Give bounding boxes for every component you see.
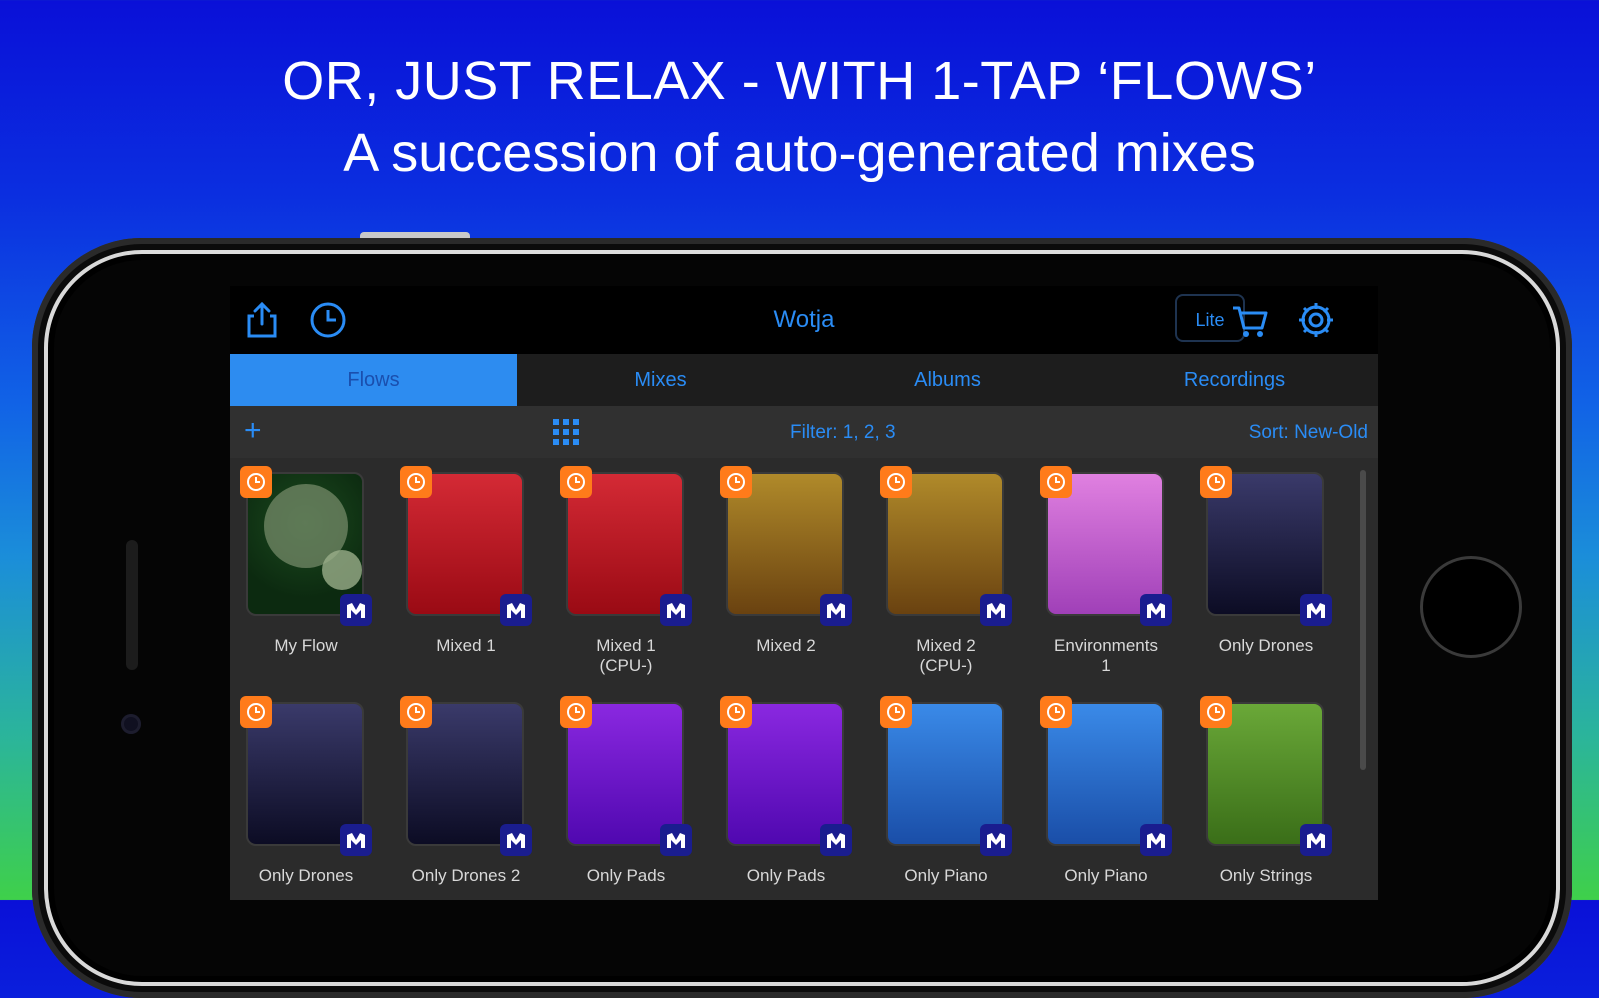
mix-badge-icon — [340, 594, 372, 626]
flow-tile-label: My Flow — [274, 636, 338, 655]
flow-tile-label: Only Drones — [1218, 636, 1314, 655]
timer-badge-icon — [400, 696, 432, 728]
timer-badge-icon — [240, 466, 272, 498]
tab-albums[interactable]: Albums — [804, 354, 1091, 406]
filter-button[interactable]: Filter: 1, 2, 3 — [790, 422, 896, 444]
gear-icon[interactable] — [1296, 300, 1336, 340]
timer-badge-icon — [560, 466, 592, 498]
timer-badge-icon — [1040, 696, 1072, 728]
timer-badge-icon — [880, 696, 912, 728]
tab-flows[interactable]: Flows — [230, 354, 517, 406]
timer-badge-icon — [1200, 466, 1232, 498]
flow-tile-label: Mixed 2 (CPU-) — [916, 636, 976, 675]
phone-camera — [121, 714, 141, 734]
timer-badge-icon — [400, 466, 432, 498]
timer-badge-icon — [720, 466, 752, 498]
timer-badge-icon — [1040, 466, 1072, 498]
mix-badge-icon — [340, 824, 372, 856]
timer-badge-icon — [1200, 696, 1232, 728]
flow-tile-label: Mixed 1 — [436, 636, 496, 655]
flows-grid: My Flow Mixed 1 Mixed 1 (CPU-) Mixed 2 Mixed… — [230, 458, 1378, 900]
flow-tile-label: Only Drones 2 — [411, 866, 521, 885]
headline-line-1: OR, JUST RELAX - WITH 1-TAP ‘FLOWS’ — [282, 51, 1317, 111]
scrollbar[interactable] — [1360, 470, 1366, 770]
mix-badge-icon — [1140, 824, 1172, 856]
top-bar: Wotja Lite — [230, 286, 1378, 354]
flow-tile-label: Only Pads — [746, 866, 826, 885]
flow-tile-label: Environments 1 — [1054, 636, 1158, 675]
flow-tile-label: Only Pads — [586, 866, 666, 885]
mix-badge-icon — [820, 824, 852, 856]
mix-badge-icon — [1140, 594, 1172, 626]
home-button[interactable] — [1420, 556, 1522, 658]
headline-line-2: A succession of auto-generated mixes — [343, 123, 1256, 183]
flow-tile-label: Only Piano — [904, 866, 988, 885]
flow-tile-label: Mixed 1 (CPU-) — [596, 636, 656, 675]
tab-bar: Flows Mixes Albums Recordings — [230, 354, 1378, 406]
mix-badge-icon — [1300, 824, 1332, 856]
mix-badge-icon — [1300, 594, 1332, 626]
timer-badge-icon — [240, 696, 272, 728]
timer-badge-icon — [720, 696, 752, 728]
tab-mixes[interactable]: Mixes — [517, 354, 804, 406]
mix-badge-icon — [980, 594, 1012, 626]
mix-badge-icon — [660, 594, 692, 626]
mix-badge-icon — [660, 824, 692, 856]
add-flow-button[interactable]: + — [244, 414, 262, 448]
mix-badge-icon — [500, 824, 532, 856]
timer-badge-icon — [880, 466, 912, 498]
phone-speaker — [126, 540, 138, 670]
app-screen: Wotja Lite Flows Mixes Albums Recordings… — [230, 286, 1378, 900]
mix-badge-icon — [500, 594, 532, 626]
flow-tile-label: Only Strings — [1219, 866, 1313, 885]
mix-badge-icon — [820, 594, 852, 626]
cart-icon[interactable] — [1230, 300, 1270, 340]
timer-badge-icon — [560, 696, 592, 728]
flow-tile-label: Only Drones — [258, 866, 354, 885]
flow-tile-label: Mixed 2 — [756, 636, 816, 655]
grid-view-icon[interactable] — [552, 418, 580, 446]
list-toolbar: + Filter: 1, 2, 3 Sort: New-Old — [230, 406, 1378, 458]
mix-badge-icon — [980, 824, 1012, 856]
flow-tile-label: Only Piano — [1064, 866, 1148, 885]
tab-recordings[interactable]: Recordings — [1091, 354, 1378, 406]
sort-button[interactable]: Sort: New-Old — [1249, 422, 1368, 444]
